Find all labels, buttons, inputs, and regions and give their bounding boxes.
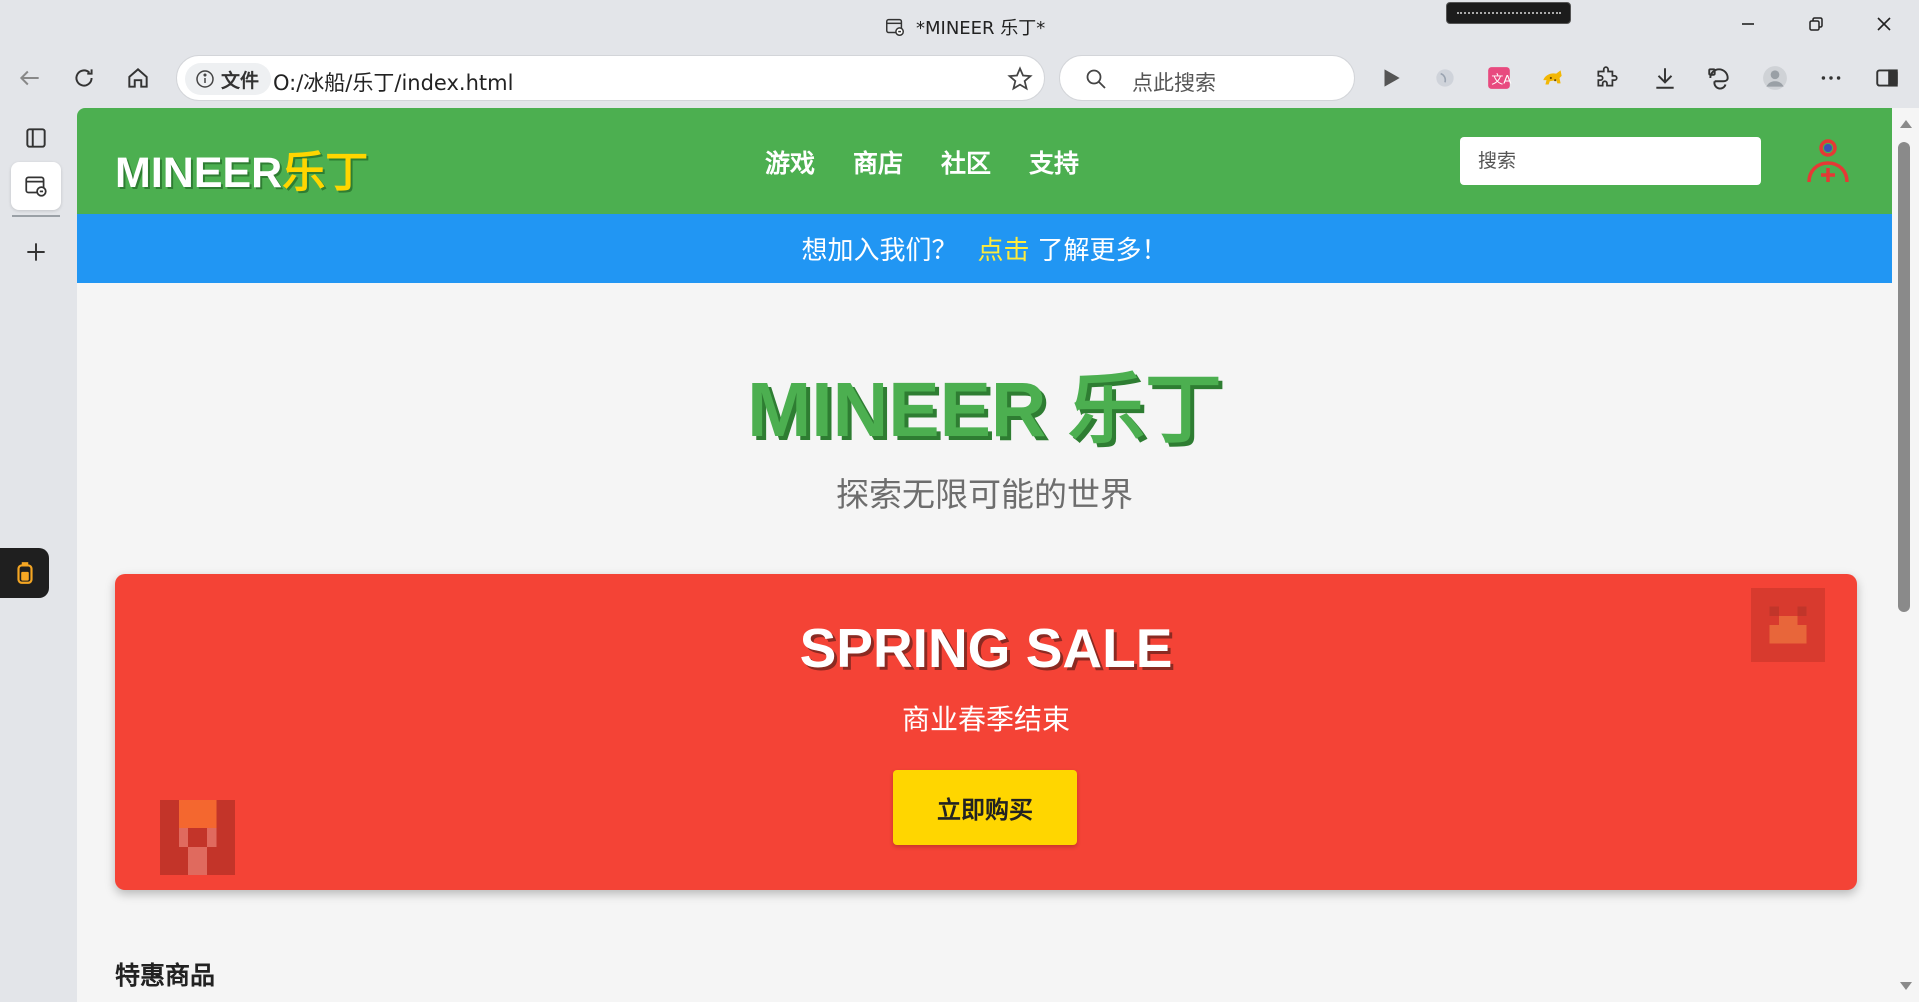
site-header: MINEER乐丁 游戏 商店 社区 支持 [77,108,1892,214]
restore-icon [1809,17,1823,31]
site-logo[interactable]: MINEER乐丁 [115,138,368,200]
browser-search-box[interactable]: 点此搜索 [1059,55,1355,101]
refresh-button[interactable] [66,60,102,96]
floating-extension-button[interactable] [0,548,49,598]
nav-link-games[interactable]: 游戏 [765,144,815,180]
home-button[interactable] [120,60,156,96]
site-info-chip[interactable]: 文件 [185,63,272,95]
minimize-button[interactable] [1720,8,1776,40]
new-tab-button[interactable] [11,228,61,276]
restore-button[interactable] [1788,8,1844,40]
featured-section-title: 特惠商品 [115,961,216,990]
favorite-star-icon[interactable] [1006,65,1034,93]
play-button[interactable] [1373,60,1409,96]
back-button[interactable] [12,60,48,96]
cheetah-icon [1543,70,1562,85]
window-title-area: *MINEER 乐丁* [884,14,1045,40]
page-tab-icon [25,176,47,197]
recording-indicator [1446,2,1571,24]
join-banner-link[interactable]: 点击 [977,230,1029,267]
sidebar-divider [12,215,60,217]
hero-subtitle: 探索无限可能的世界 [836,475,1133,514]
extensions-button[interactable] [1589,60,1625,96]
edge-profile-button[interactable] [1701,60,1737,96]
logo-main-text: MINEER [115,149,283,197]
cheetah-extension-button[interactable] [1535,60,1571,96]
spring-sale-card: SPRING SALE 商业春季结束 立即购买 [115,574,1857,890]
logo-accent-text: 乐丁 [282,149,369,197]
tab-panel-icon [26,128,46,148]
battery-jar-icon [16,562,33,584]
add-user-icon[interactable] [1805,136,1851,186]
sale-subtitle: 商业春季结束 [901,703,1070,736]
browser-search-placeholder: 点此搜索 [1132,71,1216,95]
globe-icon [1436,69,1454,87]
address-bar[interactable]: 文件 O:/冰船/乐丁/index.html [176,55,1045,101]
tab-actions-button[interactable] [11,114,61,162]
browser-toolbar: 文件 O:/冰船/乐丁/index.html 点此搜索 文A [0,50,1919,106]
browser-essentials-button[interactable] [1427,60,1463,96]
hero-title: MINEER 乐丁 [747,367,1222,453]
home-icon [128,68,148,88]
download-icon [1656,68,1674,89]
url-text[interactable]: O:/冰船/乐丁/index.html [273,67,513,97]
buy-now-button[interactable]: 立即购买 [893,770,1077,845]
join-banner-suffix: 了解更多！ [1037,236,1168,266]
scroll-thumb[interactable] [1898,142,1910,612]
close-icon [1877,17,1891,31]
close-window-button[interactable] [1856,8,1912,40]
page-scrollbar[interactable] [1892,108,1919,1002]
play-icon [1384,69,1400,87]
avatar-icon [1763,66,1787,90]
puzzle-icon [1597,66,1618,87]
pixel-block-icon [160,800,235,875]
page-tab-icon [886,18,904,36]
downloads-button[interactable] [1647,60,1683,96]
back-arrow-icon [19,70,39,86]
sale-title: SPRING SALE [799,617,1173,679]
translate-icon: 文A [1488,67,1512,89]
edge-icon [1708,68,1729,90]
site-search-input[interactable] [1460,137,1761,185]
vertical-tabs-sidebar [0,106,72,1002]
refresh-icon [75,69,93,87]
join-banner-prefix: 想加入我们？ [801,236,958,266]
scroll-up-arrow-icon[interactable] [1900,120,1912,128]
nav-link-community[interactable]: 社区 [941,144,991,180]
profile-avatar-button[interactable] [1757,60,1793,96]
window-titlebar: *MINEER 乐丁* [0,0,1919,50]
sidebar-toggle-button[interactable] [1869,60,1905,96]
file-chip-label: 文件 [221,69,260,92]
nav-link-support[interactable]: 支持 [1029,144,1079,180]
translate-extension-button[interactable]: 文A [1481,60,1517,96]
more-dots-icon [1821,76,1841,80]
window-title: *MINEER 乐丁* [916,18,1046,39]
page-viewport: MINEER乐丁 游戏 商店 社区 支持 想加入我们？ 点击 了解更多！ MIN… [77,108,1892,1002]
join-banner: 想加入我们？ 点击 了解更多！ [77,214,1892,283]
scroll-down-arrow-icon[interactable] [1900,982,1912,990]
active-tab[interactable] [11,162,61,210]
search-icon [1086,69,1106,89]
sidebar-panel-icon [1876,69,1898,87]
nav-link-store[interactable]: 商店 [853,144,903,180]
plus-icon [27,243,45,261]
svg-text:文A: 文A [1491,72,1512,86]
main-nav: 游戏 商店 社区 支持 [765,144,1079,180]
minimize-icon [1742,23,1754,25]
info-icon [196,70,214,88]
more-menu-button[interactable] [1813,60,1849,96]
